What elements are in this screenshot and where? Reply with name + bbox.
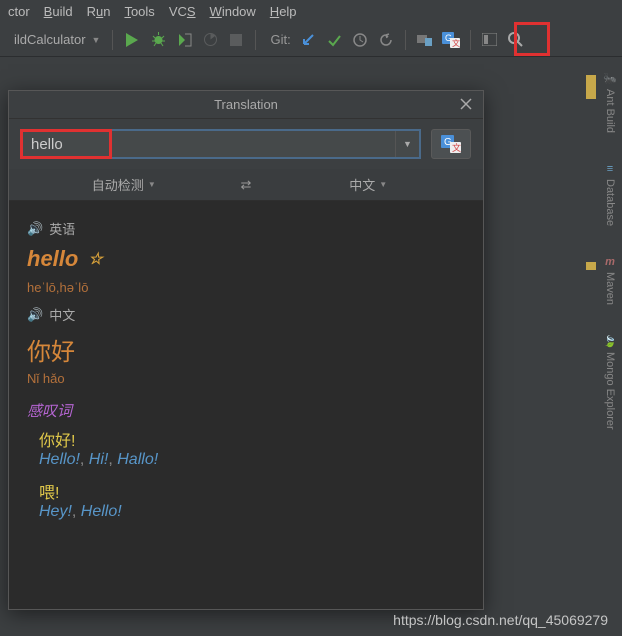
git-commit-button[interactable] xyxy=(323,29,345,51)
tool-database[interactable]: ≡Database xyxy=(604,163,616,226)
stop-button[interactable] xyxy=(225,29,247,51)
git-rollback-button[interactable] xyxy=(375,29,397,51)
source-language-selector[interactable]: 自动检测 ▼ xyxy=(27,175,221,194)
definition-cn: 喂! xyxy=(39,479,465,503)
input-dropdown-icon[interactable]: ▼ xyxy=(395,131,419,157)
tool-mongo[interactable]: 🍃Mongo Explorer xyxy=(603,335,617,430)
part-of-speech: 感叹词 xyxy=(27,400,465,421)
debug-button[interactable] xyxy=(147,29,169,51)
git-history-button[interactable] xyxy=(349,29,371,51)
pinyin: Nǐ hǎo xyxy=(27,371,465,386)
definition-block: 你好! Hello!, Hi!, Hallo! xyxy=(27,427,465,469)
coverage-button[interactable] xyxy=(173,29,195,51)
svg-text:文: 文 xyxy=(452,142,461,153)
speaker-icon[interactable]: 🔊 xyxy=(27,307,43,323)
git-update-button[interactable] xyxy=(297,29,319,51)
annotation-highlight xyxy=(20,129,112,159)
svg-text:文: 文 xyxy=(452,38,460,48)
menu-refactor[interactable]: ctor xyxy=(8,4,30,19)
git-label: Git: xyxy=(270,32,290,47)
run-button[interactable] xyxy=(121,29,143,51)
speaker-icon[interactable]: 🔊 xyxy=(27,221,43,237)
source-lang-header: 🔊 英语 xyxy=(27,219,465,238)
tool-maven[interactable]: mMaven xyxy=(604,256,616,305)
translate-button[interactable]: G文 xyxy=(440,29,462,51)
definition-en: Hey!, Hello! xyxy=(39,503,465,521)
menu-run[interactable]: Run xyxy=(87,4,111,19)
menubar: ctor Build Run Tools VCS Window Help xyxy=(0,0,622,23)
translation-popup: Translation ▼ G文 自动检测 ▼ ⇄ 中文 ▼ 🔊 英语 hell… xyxy=(8,90,484,610)
close-icon[interactable] xyxy=(459,97,475,113)
translation-body: 🔊 英语 hello ☆ heˈlō,həˈlō 🔊 中文 你好 Nǐ hǎo … xyxy=(9,201,483,609)
watermark: https://blog.csdn.net/qq_45069279 xyxy=(393,612,608,628)
menu-help[interactable]: Help xyxy=(270,4,297,19)
annotation-highlight xyxy=(514,22,550,56)
phonetic: heˈlō,həˈlō xyxy=(27,280,465,295)
target-language-selector[interactable]: 中文 ▼ xyxy=(271,175,465,194)
menu-tools[interactable]: Tools xyxy=(124,4,154,19)
profile-button[interactable] xyxy=(199,29,221,51)
project-structure-button[interactable] xyxy=(414,29,436,51)
menu-vcs[interactable]: VCS xyxy=(169,4,196,19)
editor-marker xyxy=(586,75,596,99)
definition-cn: 你好! xyxy=(39,427,465,451)
definition-block: 喂! Hey!, Hello! xyxy=(27,479,465,521)
swap-languages-icon[interactable]: ⇄ xyxy=(241,177,252,193)
run-config-selector[interactable]: ildCalculator▼ xyxy=(8,30,106,49)
separator xyxy=(255,30,256,50)
separator xyxy=(112,30,113,50)
popup-titlebar: Translation xyxy=(9,91,483,119)
separator xyxy=(405,30,406,50)
translated-word: 你好 xyxy=(27,332,465,367)
tool-ant-build[interactable]: 🐜Ant Build xyxy=(603,72,617,133)
popup-title-text: Translation xyxy=(214,97,278,112)
target-lang-header: 🔊 中文 xyxy=(27,305,465,324)
definition-en: Hello!, Hi!, Hallo! xyxy=(39,451,465,469)
menu-window[interactable]: Window xyxy=(210,4,256,19)
right-tool-sidebar: 🐜Ant Build ≡Database mMaven 🍃Mongo Explo… xyxy=(598,62,622,430)
translate-engine-button[interactable]: G文 xyxy=(431,129,471,159)
editor-marker xyxy=(586,262,596,270)
terminal-fold-button[interactable] xyxy=(479,29,501,51)
source-word: hello ☆ xyxy=(27,246,465,272)
language-row: 自动检测 ▼ ⇄ 中文 ▼ xyxy=(9,169,483,201)
menu-build[interactable]: Build xyxy=(44,4,73,19)
favorite-star-icon[interactable]: ☆ xyxy=(88,249,102,269)
separator xyxy=(470,30,471,50)
